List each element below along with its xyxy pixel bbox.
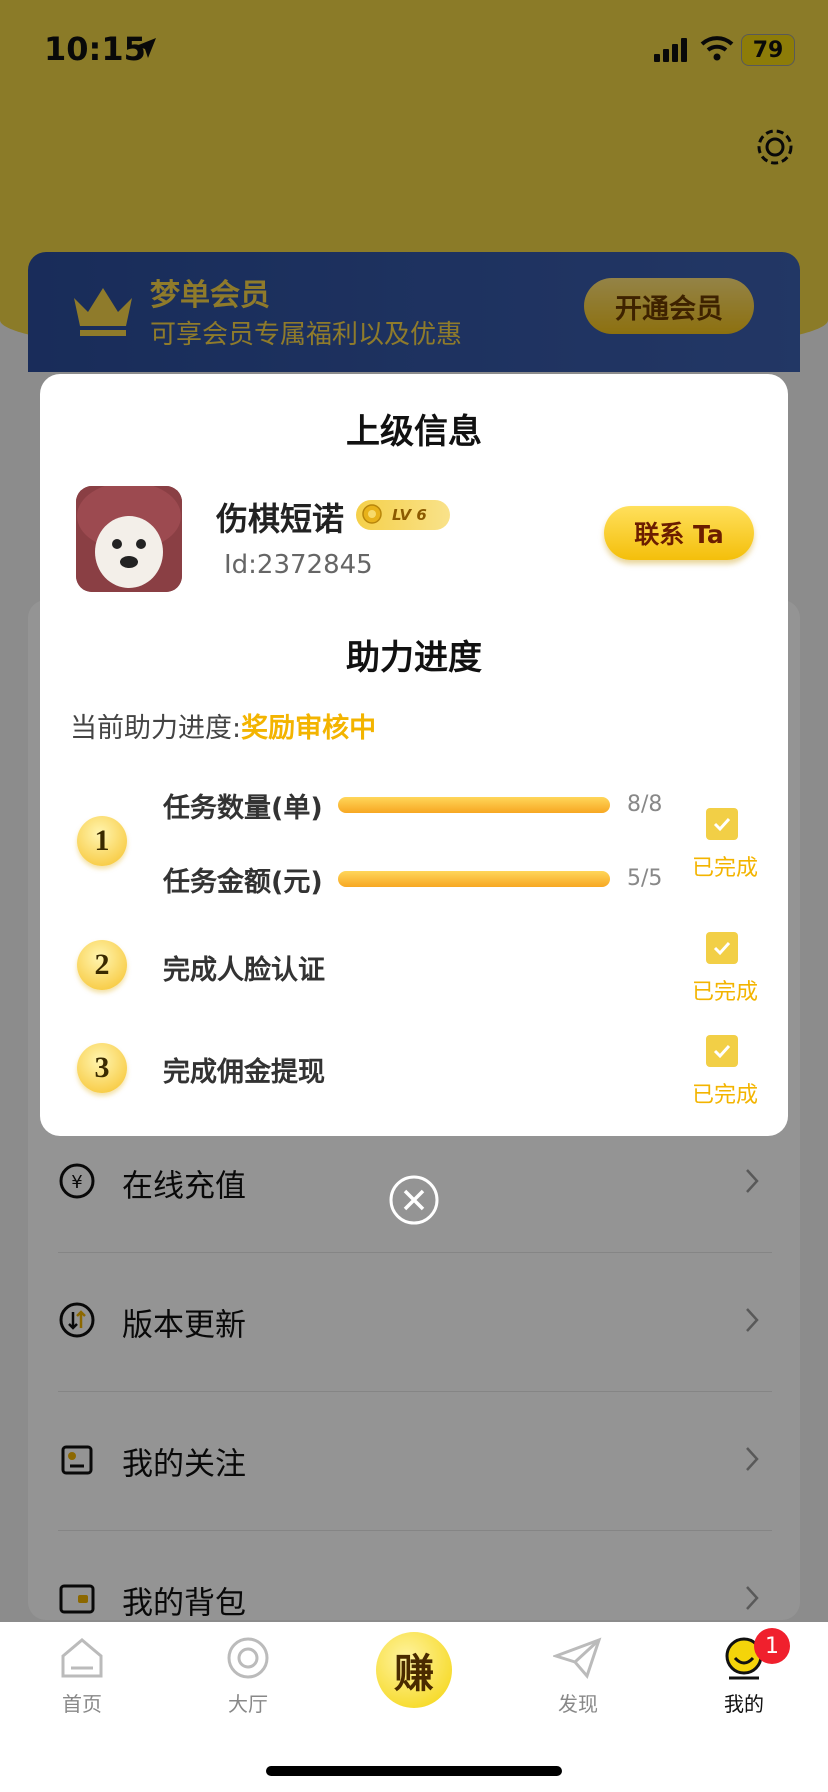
step-status: 已完成 bbox=[692, 1083, 759, 1108]
step-number: 2 bbox=[77, 940, 127, 990]
tab-label: 发现 bbox=[558, 1692, 598, 1716]
task-amount-value: 5/5 bbox=[627, 866, 663, 891]
step-label: 完成人脸认证 bbox=[163, 955, 325, 986]
current-progress-status: 奖励审核中 bbox=[241, 713, 377, 744]
tab-hall[interactable]: 大厅 bbox=[188, 1636, 308, 1717]
current-progress-label: 当前助力进度: bbox=[70, 713, 242, 744]
task-amount-bar bbox=[338, 871, 610, 887]
smiley-icon bbox=[721, 1637, 767, 1684]
task-count-value: 8/8 bbox=[627, 792, 663, 817]
user-id: Id:2372845 bbox=[224, 550, 373, 580]
checkbox-icon bbox=[706, 932, 738, 964]
home-icon bbox=[59, 1638, 105, 1684]
tab-home[interactable]: 首页 bbox=[22, 1636, 142, 1717]
notification-badge: 1 bbox=[754, 1628, 790, 1664]
tab-label: 大厅 bbox=[228, 1692, 268, 1716]
level-badge: LV 6 bbox=[356, 500, 450, 530]
task-count-bar bbox=[338, 797, 610, 813]
step-status: 已完成 bbox=[692, 856, 759, 881]
task-amount-bar-fill bbox=[338, 871, 610, 887]
contact-button[interactable]: 联系 Ta bbox=[604, 506, 754, 560]
medal-icon bbox=[360, 503, 384, 531]
step-status: 已完成 bbox=[692, 980, 759, 1005]
current-progress: 当前助力进度:奖励审核中 bbox=[70, 706, 376, 745]
tab-label: 我的 bbox=[724, 1692, 764, 1716]
step-label: 完成佣金提现 bbox=[163, 1057, 325, 1088]
step-number: 1 bbox=[77, 816, 127, 866]
avatar bbox=[76, 486, 182, 592]
tab-earn[interactable]: 赚 bbox=[376, 1632, 452, 1708]
hall-icon bbox=[225, 1637, 271, 1684]
step-number: 3 bbox=[77, 1043, 127, 1093]
tab-label: 首页 bbox=[62, 1692, 102, 1716]
progress-title: 助力进度 bbox=[346, 638, 482, 678]
username: 伤棋短诺 bbox=[216, 500, 345, 538]
checkbox-icon bbox=[706, 808, 738, 840]
home-indicator bbox=[266, 1766, 562, 1776]
tab-discover[interactable]: 发现 bbox=[518, 1636, 638, 1717]
close-icon[interactable] bbox=[388, 1174, 440, 1230]
paper-plane-icon bbox=[551, 1637, 603, 1684]
task-count-label: 任务数量(单) bbox=[163, 793, 323, 824]
task-count-bar-fill bbox=[338, 797, 610, 813]
task-amount-label: 任务金额(元) bbox=[163, 867, 323, 898]
modal-title: 上级信息 bbox=[346, 412, 482, 452]
level-text: LV 6 bbox=[392, 506, 427, 524]
checkbox-icon bbox=[706, 1035, 738, 1067]
